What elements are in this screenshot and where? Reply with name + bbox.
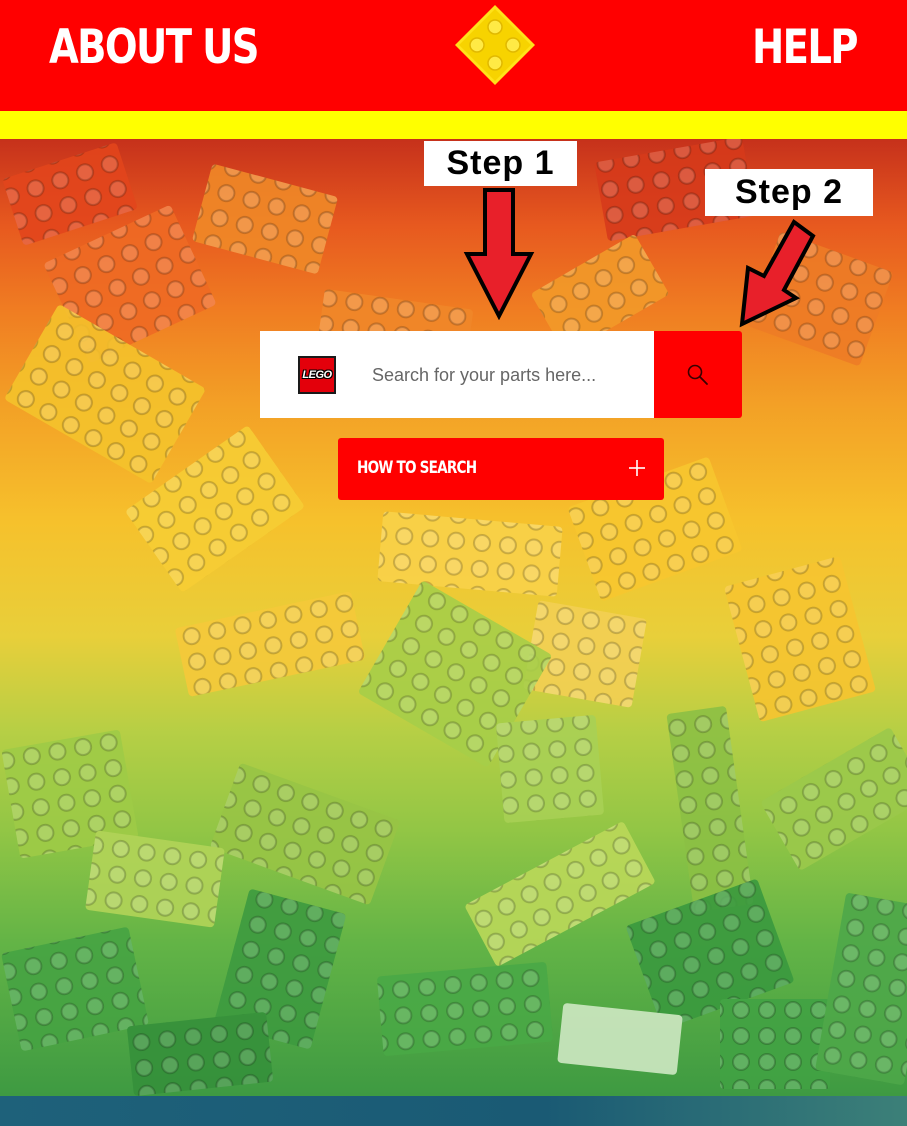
top-navigation-bar: ABOUT US HELP <box>0 0 907 111</box>
search-button[interactable] <box>654 331 742 418</box>
plus-icon <box>629 460 645 476</box>
lego-logo: LEGO <box>298 356 336 394</box>
footer-strip <box>0 1096 907 1126</box>
how-to-search-toggle[interactable]: HOW TO SEARCH <box>338 438 664 500</box>
lego-logo-text: LEGO <box>302 369 332 381</box>
help-link[interactable]: HELP <box>752 22 858 74</box>
step-1-arrow-icon <box>463 188 535 320</box>
step-2-arrow-icon <box>739 219 816 328</box>
step-2-label: Step 2 <box>705 169 873 216</box>
yellow-divider <box>0 111 907 139</box>
lego-brick-diamond-icon[interactable] <box>455 5 535 85</box>
about-us-link[interactable]: ABOUT US <box>49 22 260 74</box>
search-input[interactable] <box>372 353 642 397</box>
search-box: LEGO <box>260 331 654 418</box>
how-to-search-label: HOW TO SEARCH <box>357 458 477 478</box>
step-1-label: Step 1 <box>424 141 577 186</box>
search-icon <box>687 364 708 385</box>
